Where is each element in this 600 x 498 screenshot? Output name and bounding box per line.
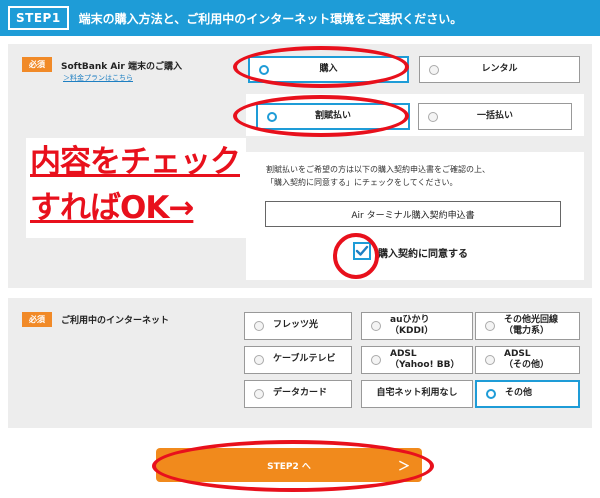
radio-rental[interactable]	[429, 64, 439, 75]
option-flets-hikari[interactable]: フレッツ光	[244, 312, 352, 340]
option-label: auひかり	[390, 314, 430, 325]
option-label: ADSL	[390, 348, 417, 359]
agree-checkbox[interactable]	[353, 242, 371, 260]
check-icon	[355, 245, 369, 256]
radio-other[interactable]	[486, 389, 496, 399]
option-sublabel: （KDDI）	[390, 326, 434, 336]
option-sublabel: （Yahoo! BB）	[390, 360, 460, 370]
radio-flets-hikari[interactable]	[254, 321, 264, 331]
internet-section: 必須 ご利用中のインターネット フレッツ光 auひかり （KDDI） その他光回線…	[8, 298, 592, 428]
option-installment[interactable]: 割賦払い	[256, 103, 410, 130]
step2-button-label: STEP2 へ	[267, 461, 311, 472]
agree-label: 購入契約に同意する	[378, 249, 468, 260]
chevron-right-icon: ＞	[397, 459, 410, 473]
option-data-card[interactable]: データカード	[244, 380, 352, 408]
option-other-fiber[interactable]: その他光回線 （電力系）	[475, 312, 580, 340]
radio-other-fiber[interactable]	[485, 321, 495, 331]
option-au-hikari[interactable]: auひかり （KDDI）	[361, 312, 473, 340]
radio-cable-tv[interactable]	[254, 355, 264, 365]
option-no-home-internet[interactable]: 自宅ネット利用なし	[361, 380, 473, 408]
radio-adsl-other[interactable]	[485, 355, 495, 365]
required-badge: 必須	[22, 57, 52, 72]
option-purchase[interactable]: 購入	[248, 56, 409, 83]
option-purchase-label: 購入	[319, 63, 338, 74]
option-sublabel: （電力系）	[504, 326, 550, 336]
radio-installment[interactable]	[267, 111, 277, 122]
radio-au-hikari[interactable]	[371, 321, 381, 331]
option-other[interactable]: その他	[475, 380, 580, 408]
internet-section-label: ご利用中のインターネット	[61, 316, 170, 326]
option-adsl-other[interactable]: ADSL （その他）	[475, 346, 580, 374]
annotation-line-2: すればOK→	[30, 190, 194, 226]
option-adsl-yahoo[interactable]: ADSL （Yahoo! BB）	[361, 346, 473, 374]
option-cable-tv[interactable]: ケーブルテレビ	[244, 346, 352, 374]
option-sublabel: （その他）	[504, 360, 550, 370]
step-title: 端末の購入方法と、ご利用中のインターネット環境をご選択ください。	[78, 11, 463, 26]
notice-line-1: 割賦払いをご希望の方は以下の購入契約申込書をご確認の上、	[266, 165, 490, 174]
option-label: その他光回線	[504, 314, 559, 325]
annotation-line-1: 内容をチェック	[30, 144, 241, 180]
purchase-section-label: SoftBank Air 端末のご購入	[61, 62, 182, 72]
option-installment-label: 割賦払い	[314, 110, 351, 121]
step2-button[interactable]: STEP2 へ ＞	[156, 448, 422, 482]
option-label: 自宅ネット利用なし	[376, 388, 458, 399]
plan-link[interactable]: ＞料金プランはこちら	[63, 73, 133, 83]
radio-lump-sum[interactable]	[428, 111, 438, 122]
step-badge: STEP1	[8, 6, 69, 30]
option-label: ADSL	[504, 348, 531, 359]
radio-adsl-yahoo[interactable]	[371, 355, 381, 365]
required-badge: 必須	[22, 312, 52, 327]
notice-line-2: 「購入契約に同意する」にチェックをしてください。	[266, 178, 458, 187]
option-rental-label: レンタル	[481, 63, 518, 74]
contract-document-button[interactable]: Air ターミナル購入契約申込書	[265, 201, 561, 227]
option-lump-sum-label: 一括払い	[476, 110, 513, 121]
step-header: STEP1 端末の購入方法と、ご利用中のインターネット環境をご選択ください。	[0, 0, 600, 36]
option-rental[interactable]: レンタル	[419, 56, 580, 83]
radio-data-card[interactable]	[254, 389, 264, 399]
radio-purchase[interactable]	[259, 64, 269, 75]
option-lump-sum[interactable]: 一括払い	[418, 103, 572, 130]
